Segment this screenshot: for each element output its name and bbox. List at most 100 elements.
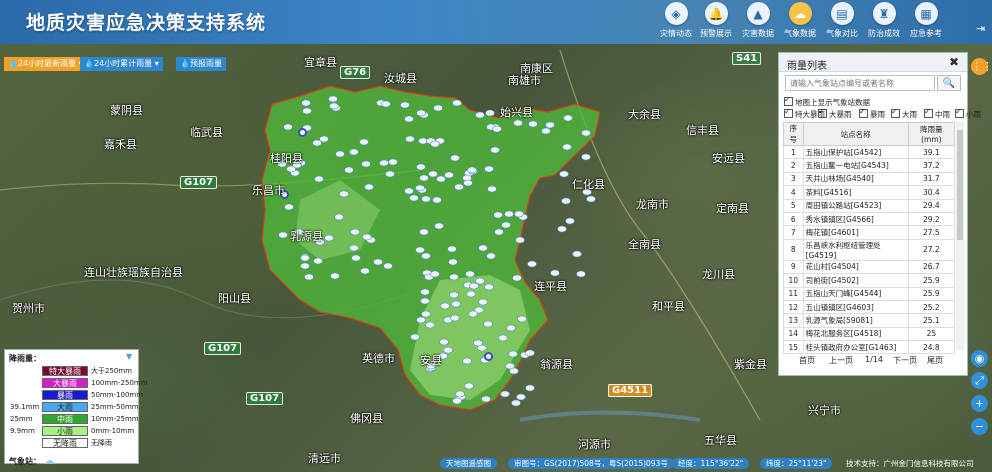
weather-station-icon[interactable] bbox=[504, 210, 515, 218]
show-on-map-checkbox[interactable]: 地图上显示气象站数据 bbox=[784, 95, 870, 108]
weather-station-icon[interactable] bbox=[561, 143, 572, 151]
weather-station-icon[interactable] bbox=[434, 222, 445, 230]
weather-station-icon[interactable] bbox=[465, 290, 476, 298]
weather-station-icon[interactable] bbox=[478, 298, 489, 306]
weather-station-icon[interactable] bbox=[480, 395, 491, 403]
weather-station-icon[interactable] bbox=[420, 297, 431, 305]
weather-station-icon[interactable] bbox=[540, 127, 551, 135]
weather-station-icon[interactable] bbox=[416, 109, 426, 117]
weather-station-icon[interactable] bbox=[462, 357, 472, 365]
station-search-input[interactable] bbox=[785, 75, 935, 91]
weather-station-icon[interactable] bbox=[514, 210, 524, 218]
weather-station-icon[interactable] bbox=[403, 187, 414, 195]
weather-station-icon[interactable] bbox=[301, 99, 311, 107]
weather-station-icon[interactable] bbox=[348, 244, 359, 252]
weather-station-icon[interactable] bbox=[473, 339, 484, 347]
close-icon[interactable]: ✖ bbox=[949, 55, 959, 69]
weather-station-icon[interactable] bbox=[313, 175, 324, 183]
weather-station-icon[interactable] bbox=[300, 262, 311, 270]
weather-station-icon[interactable] bbox=[439, 302, 450, 310]
zoom-in-icon[interactable]: + bbox=[971, 395, 988, 412]
table-scrollbar[interactable] bbox=[956, 122, 964, 350]
table-row[interactable]: 5 周田镇公路站[G4523] 29.4 bbox=[783, 198, 956, 213]
weather-station-icon[interactable] bbox=[493, 211, 503, 219]
weather-station-icon[interactable] bbox=[501, 221, 512, 229]
weather-station-icon[interactable] bbox=[452, 99, 463, 107]
weather-station-icon[interactable] bbox=[509, 367, 519, 375]
weather-station-icon[interactable] bbox=[525, 349, 536, 357]
weather-station-icon[interactable] bbox=[400, 101, 410, 109]
weather-station-icon[interactable] bbox=[404, 115, 414, 123]
weather-station-icon[interactable] bbox=[324, 234, 334, 242]
weather-station-icon[interactable] bbox=[586, 195, 597, 203]
table-row[interactable]: 3 天井山林场[G4540] 31.7 bbox=[783, 171, 956, 187]
weather-station-icon[interactable] bbox=[447, 258, 458, 266]
filter-checkbox[interactable]: 小雨 bbox=[955, 107, 981, 120]
weather-station-icon[interactable] bbox=[415, 163, 426, 171]
basemap-label[interactable]: 天地图遥感图 bbox=[440, 458, 497, 469]
nav-item-6[interactable]: ▦ 应急参考 bbox=[906, 2, 946, 39]
next-page-button[interactable]: 下一页 bbox=[893, 355, 917, 366]
table-row[interactable]: 11 五指山天门峰[G4544] 25.9 bbox=[783, 286, 956, 301]
weather-station-icon[interactable] bbox=[387, 158, 398, 166]
weather-station-icon[interactable] bbox=[299, 254, 310, 262]
weather-station-icon[interactable] bbox=[528, 120, 538, 128]
weather-station-icon[interactable] bbox=[527, 260, 537, 268]
weather-station-icon[interactable] bbox=[349, 228, 360, 236]
zoom-out-icon[interactable]: − bbox=[971, 418, 988, 435]
weather-station-icon[interactable] bbox=[500, 390, 511, 398]
nav-item-2[interactable]: ▲ 灾害数据 bbox=[738, 2, 778, 39]
weather-station-icon[interactable] bbox=[410, 333, 420, 341]
weather-station-icon[interactable] bbox=[491, 125, 502, 133]
weather-station-icon[interactable] bbox=[464, 382, 474, 390]
prev-page-button[interactable]: 上一页 bbox=[829, 355, 853, 366]
weather-station-icon[interactable] bbox=[372, 258, 383, 266]
weather-station-icon[interactable] bbox=[525, 384, 536, 392]
weather-station-icon[interactable] bbox=[466, 166, 477, 174]
weather-station-icon[interactable] bbox=[468, 310, 478, 318]
nav-item-4[interactable]: ▤ 气象对比 bbox=[822, 2, 862, 39]
weather-station-icon[interactable] bbox=[334, 213, 344, 221]
collapse-icon[interactable]: ▼ bbox=[126, 352, 132, 361]
weather-station-icon[interactable] bbox=[561, 197, 571, 205]
weather-station-icon[interactable] bbox=[478, 244, 489, 252]
weather-station-icon[interactable] bbox=[443, 346, 453, 354]
weather-station-icon[interactable] bbox=[404, 135, 415, 143]
weather-station-icon[interactable] bbox=[385, 170, 395, 178]
weather-station-icon[interactable] bbox=[351, 254, 362, 262]
weather-station-icon[interactable] bbox=[420, 310, 431, 318]
table-row[interactable]: 8 乐昌峡水利枢纽管理处[G4519] 27.2 bbox=[783, 238, 956, 261]
weather-station-icon[interactable] bbox=[409, 194, 419, 202]
weather-station-icon[interactable] bbox=[484, 283, 495, 291]
weather-station-icon[interactable] bbox=[448, 291, 459, 299]
weather-station-icon[interactable] bbox=[575, 270, 586, 278]
weather-station-icon[interactable] bbox=[383, 262, 393, 270]
weather-station-icon[interactable] bbox=[430, 140, 440, 148]
weather-station-icon[interactable] bbox=[483, 165, 494, 173]
last-page-button[interactable]: 尾页 bbox=[927, 355, 943, 366]
weather-station-icon[interactable] bbox=[380, 100, 391, 108]
scroll-thumb[interactable] bbox=[957, 130, 963, 240]
weather-station-icon[interactable] bbox=[327, 95, 338, 103]
weather-station-icon[interactable] bbox=[282, 123, 293, 131]
weather-station-icon[interactable] bbox=[339, 190, 349, 198]
weather-station-icon[interactable] bbox=[451, 397, 462, 405]
rain-24h-latest-button[interactable]: 💧24小时最新雨量 ▾ bbox=[4, 57, 87, 71]
weather-station-icon[interactable] bbox=[563, 114, 573, 122]
table-row[interactable]: 12 五山镇镇区[G4603] 25.2 bbox=[783, 299, 956, 315]
weather-station-icon[interactable] bbox=[483, 320, 494, 328]
weather-station-icon[interactable] bbox=[359, 138, 370, 146]
weather-station-icon[interactable] bbox=[450, 154, 460, 162]
weather-station-icon[interactable] bbox=[360, 267, 371, 275]
weather-station-icon[interactable] bbox=[360, 160, 371, 168]
nav-item-0[interactable]: ◈ 灾情动态 bbox=[656, 2, 696, 39]
city-marker-icon[interactable] bbox=[298, 128, 307, 137]
weather-station-icon[interactable] bbox=[485, 109, 496, 117]
weather-station-icon[interactable] bbox=[450, 314, 460, 322]
search-icon[interactable]: 🔍 bbox=[937, 75, 961, 91]
weather-station-icon[interactable] bbox=[334, 150, 345, 158]
forecast-rain-button[interactable]: 💧预报雨量 bbox=[176, 57, 226, 71]
weather-station-icon[interactable] bbox=[430, 270, 440, 278]
grid-menu-icon[interactable]: ⋮⋮ bbox=[971, 58, 992, 75]
filter-checkbox[interactable]: 中雨 bbox=[924, 107, 950, 120]
